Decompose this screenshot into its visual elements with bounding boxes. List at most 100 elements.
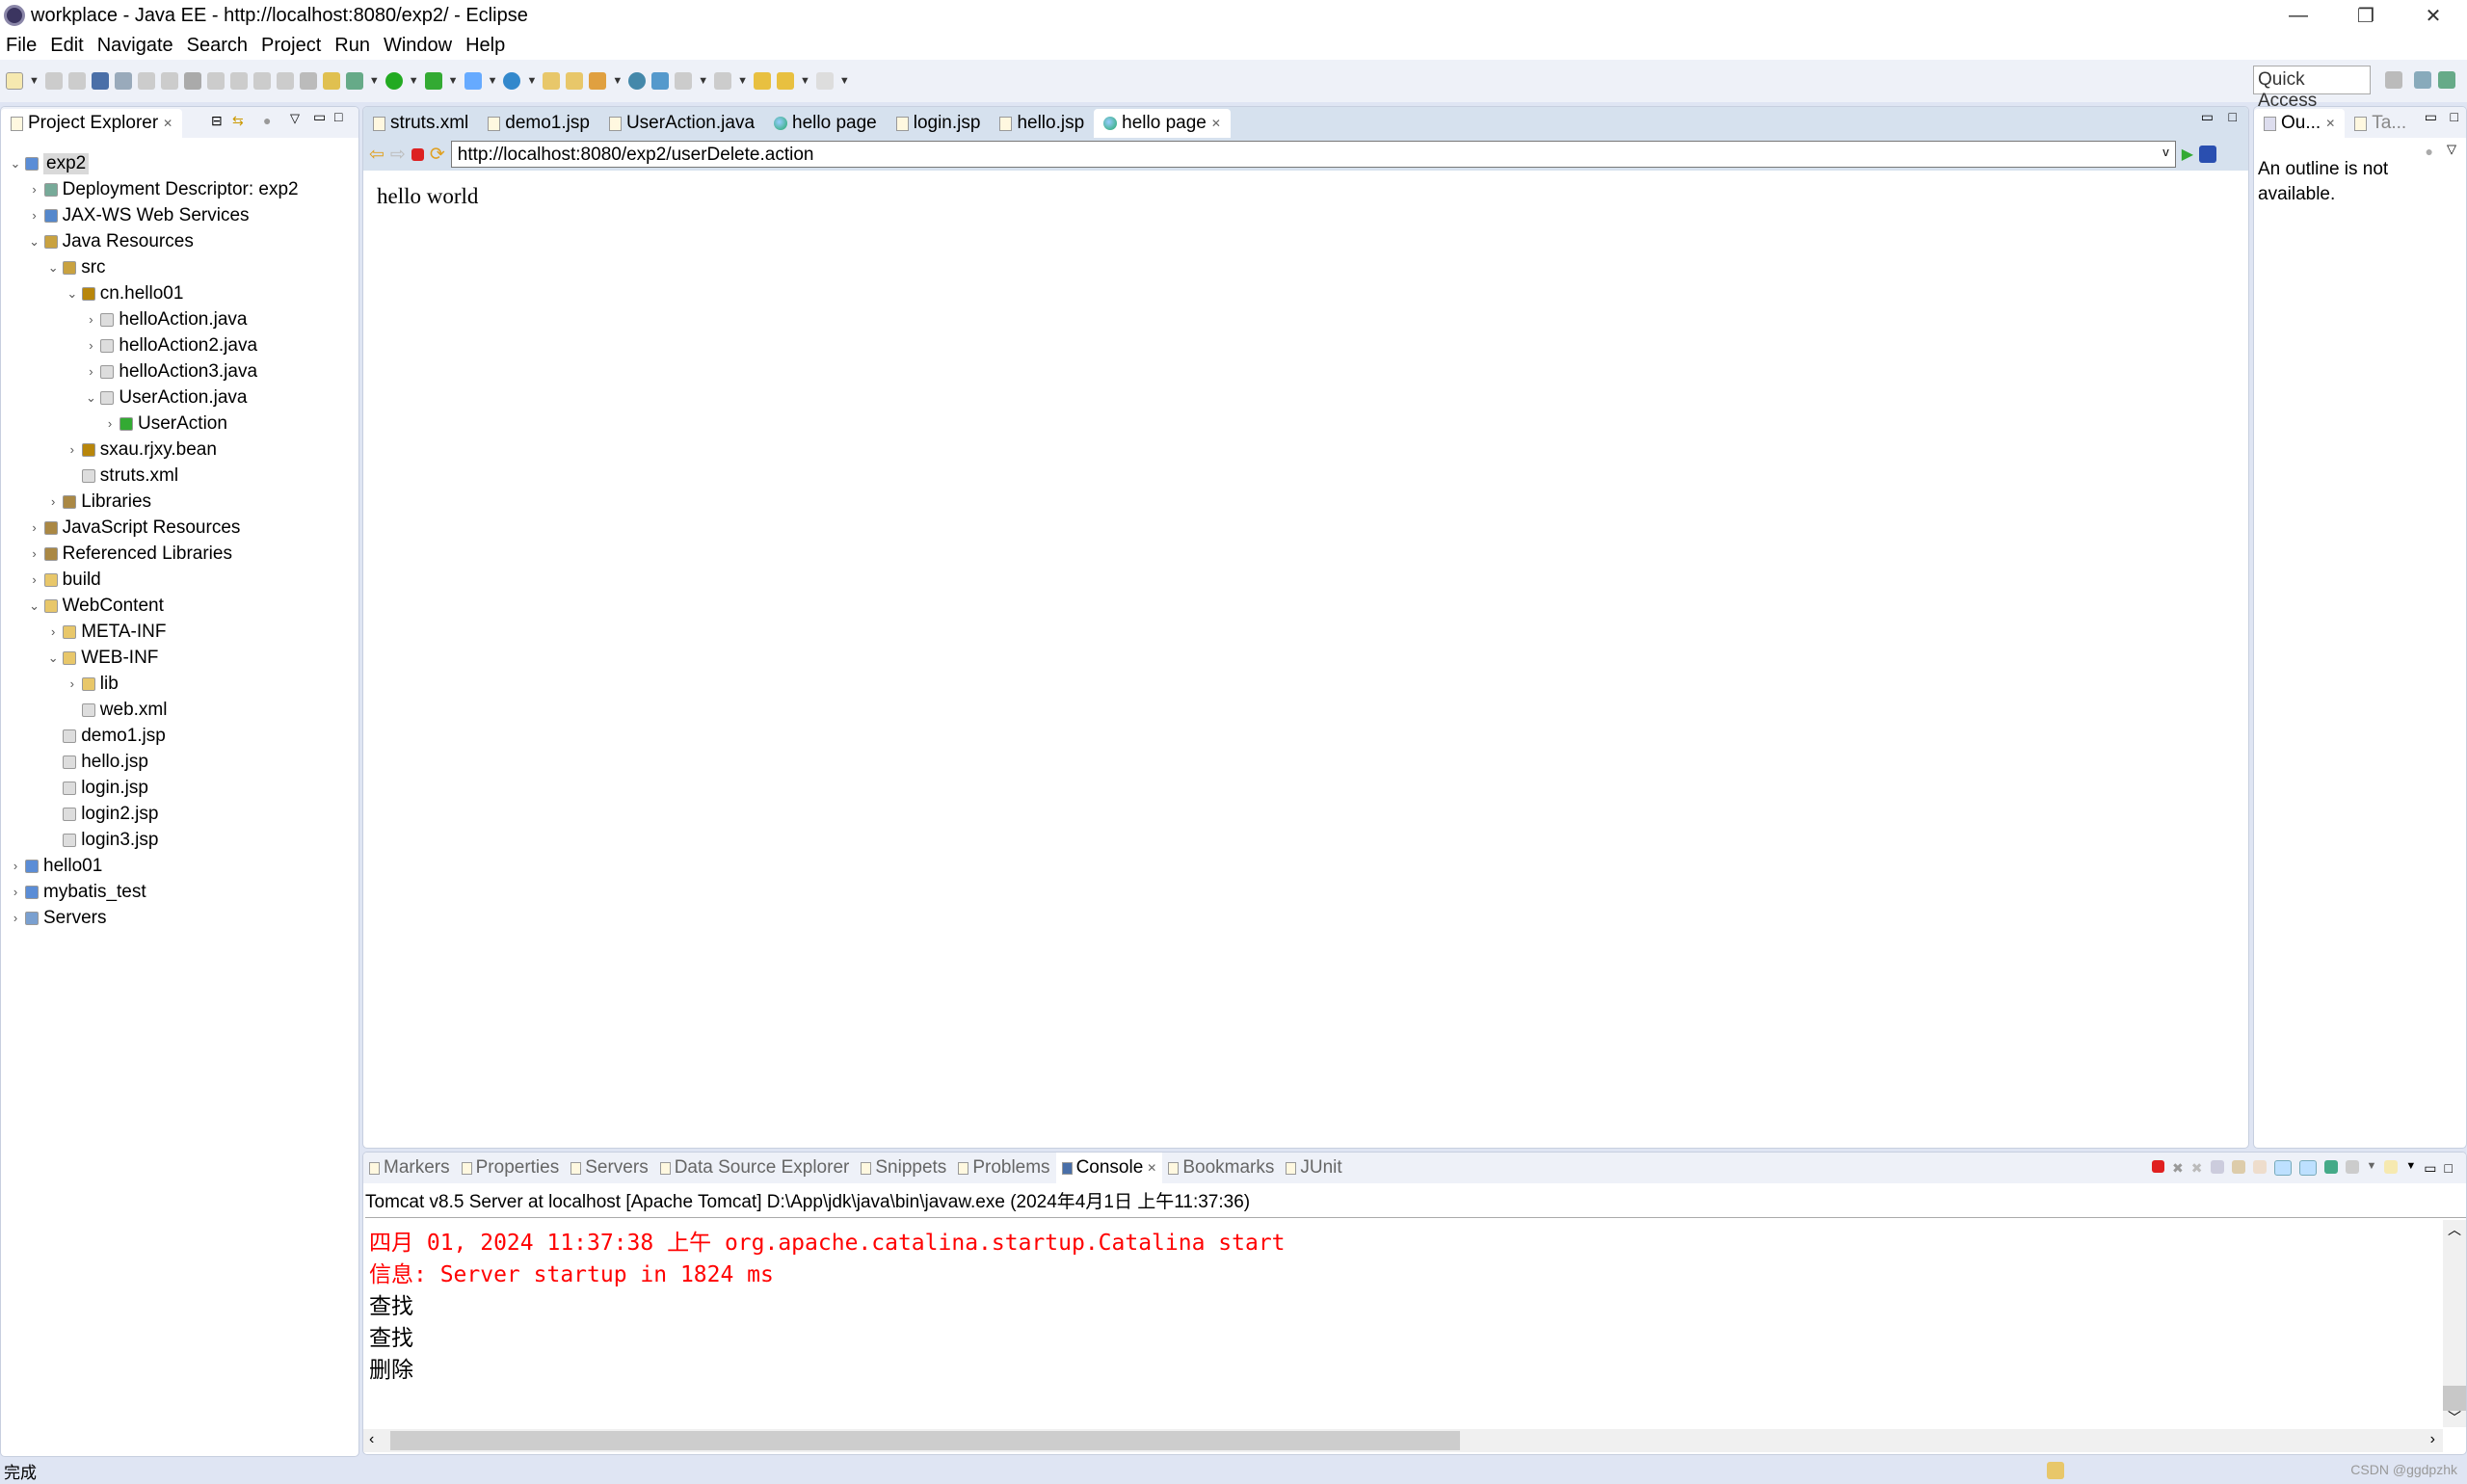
maximize-view-icon[interactable]: □: [334, 109, 342, 124]
tree-item[interactable]: login2.jsp: [46, 801, 158, 827]
tab-editor[interactable]: UserAction.java: [599, 109, 764, 138]
scroll-down-icon[interactable]: ﹀: [2448, 1408, 2461, 1427]
tab-task-list[interactable]: Ta...: [2345, 109, 2416, 138]
chevron-right-icon[interactable]: ›: [46, 494, 60, 509]
tab-editor[interactable]: hello.jsp: [990, 109, 1094, 138]
next-annotation-dropdown-icon[interactable]: ▼: [698, 75, 708, 87]
scroll-left-icon[interactable]: ‹: [369, 1431, 374, 1448]
previous-annotation-dropdown-icon[interactable]: ▼: [737, 75, 748, 87]
quick-access-input[interactable]: Quick Access: [2253, 66, 2371, 111]
tree-item[interactable]: hello.jsp: [46, 749, 148, 775]
new-icon[interactable]: [6, 72, 23, 90]
last-edit-icon[interactable]: [754, 72, 772, 90]
tab-servers[interactable]: Servers: [565, 1153, 653, 1183]
tree-item[interactable]: › sxau.rjxy.bean: [66, 437, 217, 463]
tab-project-explorer[interactable]: Project Explorer ✕: [1, 109, 183, 138]
tree-item[interactable]: ⌄ cn.hello01: [66, 280, 183, 306]
step-into-icon[interactable]: [229, 72, 248, 90]
tab-console[interactable]: Console ✕: [1055, 1153, 1163, 1183]
tree-item[interactable]: › UserAction: [103, 411, 227, 437]
debug-icon[interactable]: [345, 72, 363, 90]
clear-console-icon[interactable]: [2210, 1160, 2224, 1174]
chevron-down-icon[interactable]: ⌄: [28, 234, 41, 250]
pin-console-icon[interactable]: [2323, 1160, 2338, 1174]
save-all-icon[interactable]: [67, 72, 86, 90]
chevron-right-icon[interactable]: ›: [28, 546, 41, 561]
new-class-dropdown-icon[interactable]: ▼: [526, 75, 537, 87]
chevron-right-icon[interactable]: ›: [84, 312, 97, 327]
console-vertical-scrollbar[interactable]: ︿ ﹀: [2443, 1220, 2466, 1427]
resume-icon[interactable]: [137, 72, 155, 90]
minimize-view-icon[interactable]: ▭: [2425, 109, 2437, 125]
terminate-icon[interactable]: [183, 72, 201, 90]
tree-item[interactable]: › helloAction3.java: [84, 358, 257, 384]
tree-item[interactable]: web.xml: [66, 697, 167, 723]
tree-item[interactable]: ⌄ Java Resources: [28, 228, 194, 254]
next-annotation-icon[interactable]: [675, 72, 693, 90]
chevron-right-icon[interactable]: ›: [66, 676, 79, 691]
minimize-button[interactable]: —: [2265, 0, 2332, 31]
open-console-icon[interactable]: [2384, 1160, 2399, 1174]
debug-dropdown-icon[interactable]: ▼: [369, 75, 380, 87]
view-menu-icon[interactable]: ▽: [290, 111, 300, 126]
tab-snippets[interactable]: Snippets: [855, 1153, 952, 1183]
chevron-right-icon[interactable]: ›: [66, 442, 79, 457]
menu-project[interactable]: Project: [261, 35, 321, 57]
chevron-down-icon[interactable]: ⌄: [9, 156, 22, 172]
maximize-editor-icon[interactable]: □: [2229, 109, 2237, 124]
search-icon[interactable]: [589, 72, 607, 90]
remove-launch-icon[interactable]: ✖: [2172, 1160, 2184, 1177]
run-server-dropdown-icon[interactable]: ▼: [448, 75, 459, 87]
chevron-down-icon[interactable]: ⌄: [46, 260, 60, 276]
close-button[interactable]: ✕: [2400, 0, 2467, 31]
tree-item[interactable]: › Libraries: [46, 489, 151, 515]
chevron-right-icon[interactable]: ›: [46, 624, 60, 639]
word-wrap-icon[interactable]: [2252, 1160, 2267, 1174]
tree-item[interactable]: › Deployment Descriptor: exp2: [28, 176, 298, 202]
remove-all-launches-icon[interactable]: ✖: [2191, 1160, 2203, 1177]
tree-item[interactable]: demo1.jsp: [46, 723, 166, 749]
tab-bookmarks[interactable]: Bookmarks: [1162, 1153, 1280, 1183]
minimize-view-icon[interactable]: ▭: [2424, 1160, 2436, 1177]
horizontal-scroll-thumb[interactable]: [390, 1431, 1460, 1450]
back-dropdown-icon[interactable]: ▼: [800, 75, 810, 87]
show-on-stdout-icon[interactable]: [2273, 1160, 2292, 1176]
menu-search[interactable]: Search: [187, 35, 248, 57]
maximize-view-icon[interactable]: □: [2445, 1160, 2453, 1177]
open-task-icon[interactable]: [566, 72, 584, 90]
close-icon[interactable]: ✕: [2325, 117, 2335, 130]
tab-markers[interactable]: Markers: [363, 1153, 456, 1183]
tree-item[interactable]: › build: [28, 567, 100, 593]
tree-item[interactable]: ⌄ WEB-INF: [46, 645, 159, 671]
maximize-view-icon[interactable]: □: [2451, 109, 2458, 124]
tree-item[interactable]: › helloAction2.java: [84, 332, 257, 358]
chevron-right-icon[interactable]: ›: [84, 364, 97, 379]
tree-item[interactable]: › lib: [66, 671, 119, 697]
close-icon[interactable]: ✕: [1147, 1161, 1156, 1175]
open-browser-icon[interactable]: [628, 72, 647, 90]
url-input[interactable]: http://localhost:8080/exp2/userDelete.ac…: [450, 141, 2176, 168]
step-over-icon[interactable]: [252, 72, 271, 90]
tree-item[interactable]: › Referenced Libraries: [28, 541, 232, 567]
menu-run[interactable]: Run: [334, 35, 370, 57]
drop-to-frame-icon[interactable]: [322, 72, 340, 90]
new-dropdown-icon[interactable]: ▼: [29, 75, 40, 87]
chevron-down-icon[interactable]: ⌄: [28, 598, 41, 614]
chevron-right-icon[interactable]: ›: [28, 182, 41, 197]
tree-item[interactable]: ⌄ WebContent: [28, 593, 164, 619]
run-icon[interactable]: [385, 72, 403, 90]
close-icon[interactable]: ✕: [163, 117, 172, 130]
terminate-icon[interactable]: [2152, 1160, 2165, 1173]
refresh-icon[interactable]: ⟳: [430, 144, 445, 166]
menu-edit[interactable]: Edit: [50, 35, 83, 57]
tree-item[interactable]: › Servers: [9, 905, 107, 931]
display-console-icon[interactable]: [2345, 1160, 2359, 1174]
tab-data-source-explorer[interactable]: Data Source Explorer: [654, 1153, 856, 1183]
tab-properties[interactable]: Properties: [456, 1153, 566, 1183]
chevron-right-icon[interactable]: ›: [9, 911, 22, 925]
stop-icon[interactable]: [411, 147, 424, 161]
previous-annotation-icon[interactable]: [714, 72, 732, 90]
new-class-icon[interactable]: [503, 72, 521, 90]
tree-item[interactable]: login3.jsp: [46, 827, 158, 853]
web-service-dropdown-icon[interactable]: ▼: [488, 75, 498, 87]
